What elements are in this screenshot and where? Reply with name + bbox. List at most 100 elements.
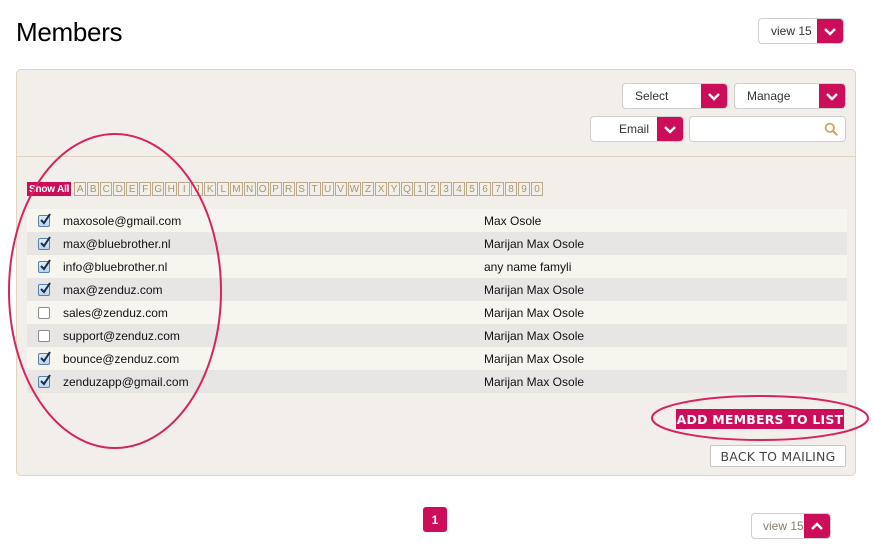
alpha-filter-letter[interactable]: 5 xyxy=(466,182,479,196)
alpha-filter-letter[interactable]: 9 xyxy=(518,182,531,196)
chevron-down-icon[interactable] xyxy=(701,84,727,108)
member-row[interactable]: maxosole@gmail.com Max Osole xyxy=(27,209,847,232)
alpha-filter-letter[interactable]: L xyxy=(217,182,230,196)
member-name: Marijan Max Osole xyxy=(484,282,585,297)
member-name: Marijan Max Osole xyxy=(484,328,585,343)
add-members-to-list-button[interactable]: ADD MEMBERS TO LIST xyxy=(676,409,844,429)
alpha-filter-letter[interactable]: 6 xyxy=(479,182,492,196)
view-count-label: view 15 xyxy=(763,519,804,533)
alpha-filter-letter[interactable]: E xyxy=(126,182,139,196)
members-panel: Select Manage Email Show All ABCDEFGHIJK… xyxy=(16,69,856,476)
checkbox-cell xyxy=(27,212,61,227)
members-table: maxosole@gmail.com Max Osole max@bluebroth… xyxy=(27,209,847,393)
alpha-filter-letter[interactable]: C xyxy=(100,182,113,196)
checkbox-cell xyxy=(27,373,61,388)
manage-dropdown[interactable]: Manage xyxy=(734,83,846,109)
member-name: Marijan Max Osole xyxy=(484,305,585,320)
chevron-down-icon[interactable] xyxy=(657,117,683,141)
search-input[interactable] xyxy=(690,117,820,141)
search-field-dropdown-label: Email xyxy=(618,122,649,136)
member-email: max@bluebrother.nl xyxy=(63,236,171,251)
pagination-page-1[interactable]: 1 xyxy=(423,507,447,532)
member-name: any name famyli xyxy=(484,259,572,274)
alpha-filter-letter[interactable]: Q xyxy=(401,182,414,196)
search-box[interactable] xyxy=(689,116,846,142)
alpha-filter-letter[interactable]: 7 xyxy=(492,182,505,196)
member-row[interactable]: support@zenduz.com Marijan Max Osole xyxy=(27,324,847,347)
member-row[interactable]: zenduzapp@gmail.com Marijan Max Osole xyxy=(27,370,847,393)
alpha-filter-letter[interactable]: X xyxy=(375,182,388,196)
alpha-filter-letter[interactable]: Z xyxy=(362,182,375,196)
member-email: max@zenduz.com xyxy=(63,282,163,297)
alpha-filter-letter[interactable]: P xyxy=(269,182,282,196)
alpha-filter-letter[interactable]: D xyxy=(113,182,126,196)
alpha-filter-letter[interactable]: V xyxy=(334,182,347,196)
alpha-filter-letter[interactable]: N xyxy=(243,182,256,196)
chevron-down-icon[interactable] xyxy=(817,19,843,43)
alpha-filter-letter[interactable]: Y xyxy=(388,182,401,196)
alpha-filter-letter[interactable]: S xyxy=(295,182,308,196)
alpha-filter-letter[interactable]: M xyxy=(230,182,243,196)
alphabet-filter: Show All ABCDEFGHIJKLMNOPRSTUVWZXYQ12345… xyxy=(27,182,544,196)
member-name: Marijan Max Osole xyxy=(484,236,585,251)
alpha-filter-letter[interactable]: F xyxy=(139,182,152,196)
alpha-filter-letter[interactable]: K xyxy=(204,182,217,196)
search-field-dropdown[interactable]: Email xyxy=(590,116,684,142)
checkmark-icon xyxy=(40,212,51,225)
alpha-filter-letter[interactable]: 3 xyxy=(440,182,453,196)
member-row[interactable]: max@bluebrother.nl Marijan Max Osole xyxy=(27,232,847,255)
checkmark-icon xyxy=(40,350,51,363)
search-icon[interactable] xyxy=(824,122,838,136)
member-checkbox[interactable] xyxy=(38,212,51,227)
member-row[interactable]: max@zenduz.com Marijan Max Osole xyxy=(27,278,847,301)
checkmark-icon xyxy=(40,373,51,386)
checkbox-cell xyxy=(27,350,61,365)
alpha-filter-letter[interactable]: 8 xyxy=(505,182,518,196)
alpha-filter-letter[interactable]: O xyxy=(256,182,269,196)
alpha-filter-letter[interactable]: 4 xyxy=(453,182,466,196)
show-all-filter[interactable]: Show All xyxy=(27,182,72,196)
manage-dropdown-label: Manage xyxy=(747,89,791,103)
member-name: Max Osole xyxy=(484,213,542,228)
member-checkbox[interactable] xyxy=(38,350,51,365)
alpha-filter-letter[interactable]: J xyxy=(191,182,204,196)
alpha-filter-letter[interactable]: 1 xyxy=(414,182,427,196)
alpha-filter-letter[interactable]: T xyxy=(308,182,321,196)
checkbox-cell xyxy=(27,281,61,296)
member-name: Marijan Max Osole xyxy=(484,374,585,389)
chevron-up-icon[interactable] xyxy=(804,514,830,538)
alpha-filter-letter[interactable]: H xyxy=(165,182,178,196)
member-checkbox[interactable] xyxy=(38,235,51,250)
checkbox-cell xyxy=(27,329,61,342)
member-row[interactable]: info@bluebrother.nl any name famyli xyxy=(27,255,847,278)
alpha-filter-letter[interactable]: U xyxy=(321,182,334,196)
alpha-filter-letter[interactable]: B xyxy=(87,182,100,196)
view-count-dropdown-top[interactable]: view 15 xyxy=(758,18,844,44)
checkbox-cell xyxy=(27,306,61,319)
member-email: bounce@zenduz.com xyxy=(63,351,180,366)
alpha-filter-letter[interactable]: 0 xyxy=(531,182,544,196)
member-checkbox[interactable] xyxy=(38,306,50,319)
member-name: Marijan Max Osole xyxy=(484,351,585,366)
select-dropdown-label: Select xyxy=(635,89,669,103)
back-to-mailing-button[interactable]: BACK TO MAILING xyxy=(710,445,846,467)
alpha-filter-letter[interactable]: R xyxy=(282,182,295,196)
select-dropdown[interactable]: Select xyxy=(622,83,728,109)
alpha-filter-letter[interactable]: A xyxy=(74,182,87,196)
view-count-dropdown-bottom[interactable]: view 15 xyxy=(751,513,831,539)
member-checkbox[interactable] xyxy=(38,329,50,342)
member-row[interactable]: bounce@zenduz.com Marijan Max Osole xyxy=(27,347,847,370)
alpha-filter-letter[interactable]: I xyxy=(178,182,191,196)
alpha-filter-letter[interactable]: G xyxy=(152,182,165,196)
alpha-filter-letter[interactable]: 2 xyxy=(427,182,440,196)
chevron-down-icon[interactable] xyxy=(819,84,845,108)
member-email: zenduzapp@gmail.com xyxy=(63,374,189,389)
member-checkbox[interactable] xyxy=(38,281,51,296)
checkbox-cell xyxy=(27,258,61,273)
checkmark-icon xyxy=(40,235,51,248)
member-row[interactable]: sales@zenduz.com Marijan Max Osole xyxy=(27,301,847,324)
alpha-filter-letter[interactable]: W xyxy=(347,182,362,196)
member-checkbox[interactable] xyxy=(38,258,51,273)
checkbox-cell xyxy=(27,235,61,250)
member-checkbox[interactable] xyxy=(38,373,51,388)
